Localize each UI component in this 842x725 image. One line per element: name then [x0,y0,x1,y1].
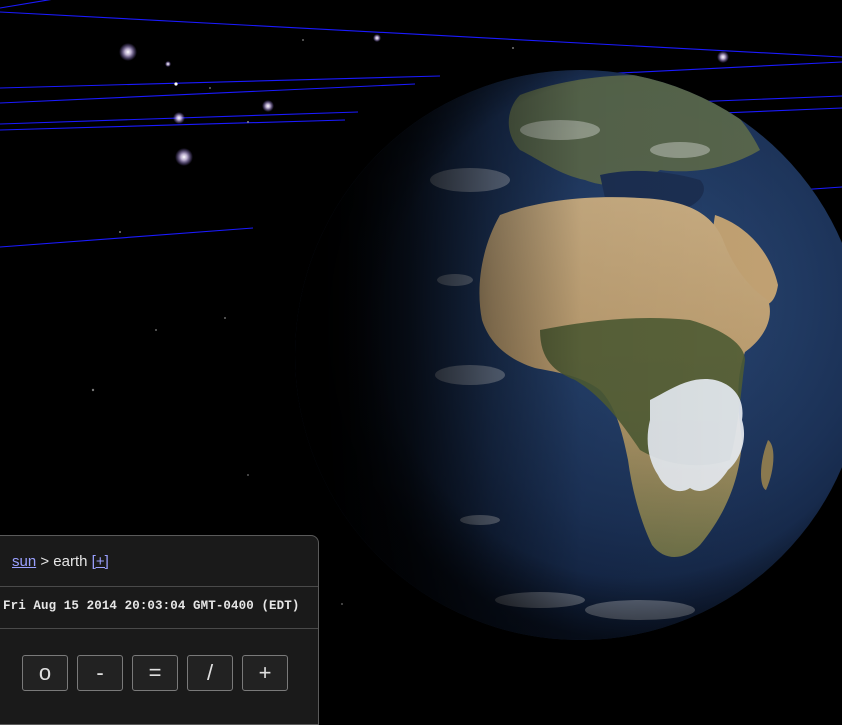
breadcrumb: sun > earth [+] [12,552,109,572]
breadcrumb-current: earth [53,553,88,570]
slower-button[interactable]: - [77,655,123,691]
faster-button[interactable]: + [242,655,288,691]
realtime-button[interactable]: = [132,655,178,691]
star [341,603,343,605]
star [175,148,193,166]
breadcrumb-link-sun[interactable]: sun [12,553,36,570]
orbit-line [0,227,254,248]
simulation-datetime: Fri Aug 15 2014 20:03:04 GMT-0400 (EDT) [3,599,300,613]
earth-globe [295,70,842,640]
star [373,34,381,42]
control-panel: sun > earth [+] Fri Aug 15 2014 20:03:04… [0,535,319,725]
star [165,61,171,67]
pause-button[interactable]: / [187,655,233,691]
breadcrumb-separator: > [40,553,50,570]
reset-time-button[interactable]: o [22,655,68,691]
divider [0,586,318,587]
star [302,39,304,41]
star [262,100,274,112]
star [174,82,178,86]
star [209,87,211,89]
time-controls: o - = / + [22,655,288,691]
star [119,231,121,233]
divider [0,628,318,629]
star [512,47,514,49]
orbit-line [0,0,52,9]
expand-children-link[interactable]: [+] [92,553,109,570]
star [247,474,249,476]
star [247,121,249,123]
star [173,112,185,124]
orbit-line [0,119,346,131]
star [155,329,157,331]
star [717,51,729,63]
star [91,388,95,392]
star [119,43,137,61]
star [224,317,226,319]
